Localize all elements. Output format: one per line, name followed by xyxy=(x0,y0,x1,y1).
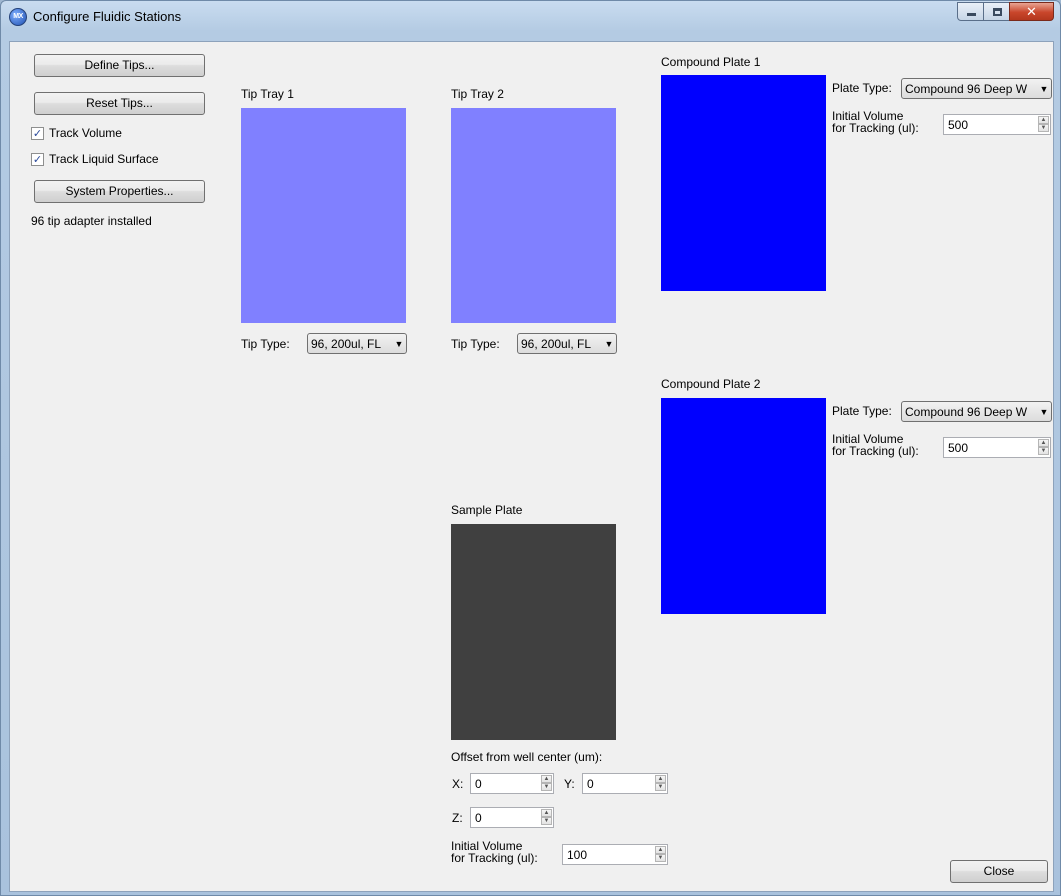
stepper-down-icon[interactable]: ▼ xyxy=(541,783,552,791)
compound-plate-2-station[interactable] xyxy=(661,398,826,614)
track-volume-checkbox[interactable]: ✓ Track Volume xyxy=(31,125,122,141)
offset-z-input[interactable]: 0 ▲ ▼ xyxy=(470,807,554,828)
offset-z-value: 0 xyxy=(475,811,482,825)
close-icon: ✕ xyxy=(1026,4,1037,19)
offset-label: Offset from well center (um): xyxy=(451,750,603,764)
title-bar[interactable]: MX Configure Fluidic Stations ✕ xyxy=(1,1,1060,41)
compound-plate-1-plate-type-label: Plate Type: xyxy=(832,81,892,95)
tip-tray-1-tip-type-label: Tip Type: xyxy=(241,337,290,351)
offset-z-label: Z: xyxy=(452,811,463,825)
stepper-up-icon[interactable]: ▲ xyxy=(655,846,666,854)
stepper-up-icon[interactable]: ▲ xyxy=(1038,116,1049,124)
stepper-down-icon[interactable]: ▼ xyxy=(655,854,666,862)
stepper-down-icon[interactable]: ▼ xyxy=(1038,447,1049,455)
chevron-down-icon: ▼ xyxy=(394,338,404,349)
stepper-up-icon[interactable]: ▲ xyxy=(1038,439,1049,447)
tip-tray-1-tip-type-select[interactable]: 96, 200ul, FL ▼ xyxy=(307,333,407,354)
compound-plate-2-title: Compound Plate 2 xyxy=(661,377,761,391)
tip-tray-2-station[interactable] xyxy=(451,108,616,323)
track-volume-check-icon: ✓ xyxy=(31,126,44,140)
tip-tray-1-title: Tip Tray 1 xyxy=(241,87,294,101)
compound-plate-1-title: Compound Plate 1 xyxy=(661,55,761,69)
offset-x-stepper: ▲ ▼ xyxy=(541,775,552,792)
compound-plate-2-initial-volume-value: 500 xyxy=(948,441,969,455)
minimize-button[interactable] xyxy=(957,2,984,21)
define-tips-button[interactable]: Define Tips... xyxy=(34,54,205,77)
sample-plate-initial-volume-input[interactable]: 100 ▲ ▼ xyxy=(562,844,668,865)
offset-x-input[interactable]: 0 ▲ ▼ xyxy=(470,773,554,794)
compound-plate-1-initial-volume-label: Initial Volume for Tracking (ul): xyxy=(832,110,919,134)
track-liquid-surface-checkbox[interactable]: ✓ Track Liquid Surface xyxy=(31,151,159,167)
stepper-up-icon[interactable]: ▲ xyxy=(541,809,552,817)
tip-tray-2-tip-type-value: 96, 200ul, FL xyxy=(521,336,592,351)
chevron-down-icon: ▼ xyxy=(604,338,614,349)
dialog-client-area: Define Tips... Reset Tips... ✓ Track Vol… xyxy=(9,41,1054,892)
stepper-down-icon[interactable]: ▼ xyxy=(655,783,666,791)
minimize-icon xyxy=(967,13,976,16)
track-liquid-surface-check-icon: ✓ xyxy=(31,152,44,166)
offset-z-stepper: ▲ ▼ xyxy=(541,809,552,826)
adapter-status-text: 96 tip adapter installed xyxy=(31,214,152,228)
maximize-icon xyxy=(993,8,1002,16)
compound-plate-1-initial-volume-input[interactable]: 500 ▲ ▼ xyxy=(943,114,1051,135)
compound-plate-1-initial-volume-label-line-2: for Tracking (ul): xyxy=(832,121,919,135)
stepper-up-icon[interactable]: ▲ xyxy=(541,775,552,783)
compound-plate-2-initial-volume-label: Initial Volume for Tracking (ul): xyxy=(832,433,919,457)
compound-plate-1-volume-stepper: ▲ ▼ xyxy=(1038,116,1049,133)
compound-plate-2-volume-stepper: ▲ ▼ xyxy=(1038,439,1049,456)
track-volume-label: Track Volume xyxy=(49,126,122,140)
compound-plate-2-initial-volume-label-line-2: for Tracking (ul): xyxy=(832,444,919,458)
compound-plate-2-plate-type-select[interactable]: Compound 96 Deep W ▼ xyxy=(901,401,1052,422)
stepper-up-icon[interactable]: ▲ xyxy=(655,775,666,783)
system-properties-button[interactable]: System Properties... xyxy=(34,180,205,203)
reset-tips-button[interactable]: Reset Tips... xyxy=(34,92,205,115)
window-controls: ✕ xyxy=(957,2,1054,21)
compound-plate-2-plate-type-value: Compound 96 Deep W xyxy=(905,404,1028,419)
tip-tray-1-tip-type-value: 96, 200ul, FL xyxy=(311,336,382,351)
compound-plate-2-initial-volume-input[interactable]: 500 ▲ ▼ xyxy=(943,437,1051,458)
sample-plate-initial-volume-label: Initial Volume for Tracking (ul): xyxy=(451,840,538,864)
offset-y-label: Y: xyxy=(564,777,575,791)
sample-plate-station[interactable] xyxy=(451,524,616,740)
stepper-down-icon[interactable]: ▼ xyxy=(541,817,552,825)
offset-y-input[interactable]: 0 ▲ ▼ xyxy=(582,773,668,794)
tip-tray-1-station[interactable] xyxy=(241,108,406,323)
offset-x-value: 0 xyxy=(475,777,482,791)
offset-y-value: 0 xyxy=(587,777,594,791)
sample-plate-initial-volume-value: 100 xyxy=(567,848,588,862)
app-icon: MX xyxy=(9,8,27,26)
track-liquid-surface-label: Track Liquid Surface xyxy=(49,152,159,166)
close-button[interactable]: Close xyxy=(950,860,1048,883)
compound-plate-2-plate-type-label: Plate Type: xyxy=(832,404,892,418)
configure-fluidic-stations-window: MX Configure Fluidic Stations ✕ Define T… xyxy=(0,0,1061,896)
offset-x-label: X: xyxy=(452,777,464,791)
tip-tray-2-title: Tip Tray 2 xyxy=(451,87,504,101)
compound-plate-1-station[interactable] xyxy=(661,75,826,291)
offset-y-stepper: ▲ ▼ xyxy=(655,775,666,792)
window-title: Configure Fluidic Stations xyxy=(33,9,182,24)
close-window-button[interactable]: ✕ xyxy=(1009,2,1054,21)
chevron-down-icon: ▼ xyxy=(1039,83,1049,94)
stepper-down-icon[interactable]: ▼ xyxy=(1038,124,1049,132)
tip-tray-2-tip-type-label: Tip Type: xyxy=(451,337,500,351)
tip-tray-2-tip-type-select[interactable]: 96, 200ul, FL ▼ xyxy=(517,333,617,354)
chevron-down-icon: ▼ xyxy=(1039,406,1049,417)
compound-plate-1-plate-type-value: Compound 96 Deep W xyxy=(905,81,1028,96)
sample-plate-initial-volume-label-line-2: for Tracking (ul): xyxy=(451,851,538,865)
compound-plate-1-plate-type-select[interactable]: Compound 96 Deep W ▼ xyxy=(901,78,1052,99)
maximize-button[interactable] xyxy=(983,2,1010,21)
compound-plate-1-initial-volume-value: 500 xyxy=(948,118,969,132)
sample-plate-title: Sample Plate xyxy=(451,503,523,517)
sample-plate-volume-stepper: ▲ ▼ xyxy=(655,846,666,863)
